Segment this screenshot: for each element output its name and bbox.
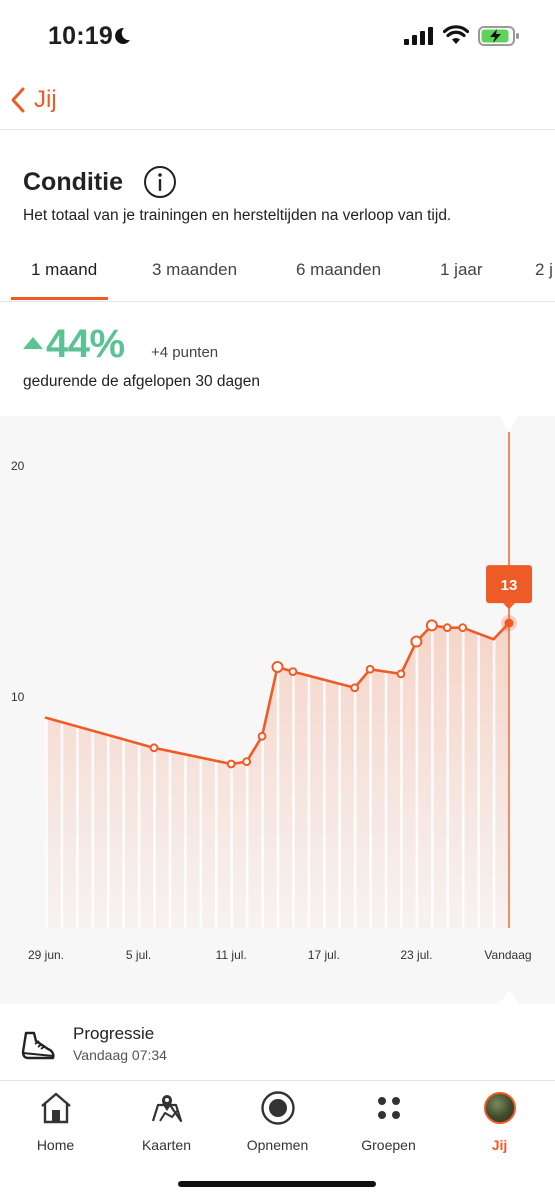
- data-point: [242, 757, 252, 767]
- chart-canvas[interactable]: 20 10 13 29 jun. 5 jul. 11 jul. 17 jul. 23 jul.…: [0, 416, 555, 1004]
- tab-record-label: Opnemen: [246, 1137, 309, 1153]
- activity-time: Vandaag 07:34: [73, 1047, 167, 1063]
- selection-notch-top: [500, 416, 518, 432]
- groups-icon: [377, 1097, 400, 1119]
- data-point: [149, 743, 159, 753]
- home-icon: [40, 1092, 71, 1124]
- tab-6-months[interactable]: 6 maanden: [296, 260, 381, 280]
- tab-1-year[interactable]: 1 jaar: [440, 260, 483, 280]
- data-point: [396, 669, 406, 679]
- y-tick-label: 20: [11, 459, 25, 473]
- activity-title: Progressie: [73, 1024, 155, 1043]
- status-time: 10:19: [48, 22, 113, 50]
- battery-icon: [478, 26, 519, 46]
- tab-groups-label: Groepen: [361, 1137, 416, 1153]
- map-icon: [151, 1095, 182, 1123]
- x-tick-label: Vandaag: [484, 948, 531, 962]
- signal-icon: [404, 27, 433, 45]
- bottom-tab-bar: Home Kaarten Opnemen Groepen Jij: [0, 1081, 555, 1200]
- wifi-icon: [443, 25, 469, 44]
- selected-point: [504, 618, 514, 628]
- data-point: [365, 664, 375, 674]
- trend-up-icon: [23, 337, 43, 349]
- data-point: [410, 635, 423, 648]
- fitness-chart[interactable]: 20 10 13 29 jun. 5 jul. 11 jul. 17 jul. 23 jul.…: [0, 416, 555, 1004]
- tab-1-month[interactable]: 1 maand: [31, 260, 97, 280]
- activity-row[interactable]: Progressie Vandaag 07:34: [0, 1004, 555, 1081]
- x-tick-label: 23 jul.: [400, 948, 432, 962]
- tab-2-years[interactable]: 2 j: [535, 260, 553, 280]
- data-point: [257, 731, 267, 741]
- data-point: [458, 623, 468, 633]
- home-indicator: [178, 1181, 376, 1187]
- x-tick-label: 29 jun.: [28, 948, 64, 962]
- navigation-bar: Jij: [0, 72, 555, 130]
- data-point: [425, 619, 438, 632]
- tab-maps[interactable]: Kaarten: [111, 1089, 222, 1155]
- tab-home[interactable]: Home: [0, 1089, 111, 1155]
- y-tick-label: 10: [11, 690, 25, 704]
- change-percent: 44%: [46, 322, 125, 366]
- tab-you[interactable]: Jij: [444, 1089, 555, 1155]
- page-title: Conditie: [23, 168, 123, 196]
- x-tick-label: 17 jul.: [308, 948, 340, 962]
- data-point: [271, 660, 284, 673]
- moon-icon: [115, 27, 130, 44]
- tab-you-label: Jij: [491, 1137, 508, 1153]
- value-tooltip-pointer: [503, 603, 515, 610]
- info-icon[interactable]: [143, 165, 177, 199]
- page-subtitle: Het totaal van je trainingen en herstelt…: [23, 207, 452, 224]
- record-icon: [260, 1091, 295, 1125]
- tab-groups[interactable]: Groepen: [333, 1089, 444, 1155]
- value-tooltip-text: 13: [501, 577, 518, 594]
- change-period: gedurende de afgelopen 30 dagen: [23, 373, 261, 390]
- change-points: +4 punten: [151, 344, 219, 361]
- tab-3-months[interactable]: 3 maanden: [152, 260, 237, 280]
- tab-record[interactable]: Opnemen: [222, 1089, 333, 1155]
- data-point: [288, 667, 298, 676]
- avatar-icon: [483, 1092, 516, 1124]
- x-tick-label: 5 jul.: [126, 948, 151, 962]
- tab-maps-label: Kaarten: [141, 1137, 192, 1153]
- tab-home-label: Home: [36, 1137, 75, 1153]
- x-tick-label: 11 jul.: [216, 948, 247, 962]
- data-point: [442, 623, 452, 633]
- back-button[interactable]: Jij: [10, 82, 57, 118]
- selection-notch-bottom: [499, 990, 519, 1004]
- chevron-left-icon: [11, 87, 25, 113]
- data-point: [226, 759, 236, 769]
- status-bar: 10:19: [0, 0, 555, 72]
- period-tabs: 1 maand 3 maanden 6 maanden 1 jaar 2 j: [0, 240, 555, 302]
- back-label: Jij: [34, 86, 57, 113]
- active-tab-indicator: [11, 297, 108, 300]
- running-shoe-icon: [21, 1031, 55, 1060]
- data-point: [350, 683, 360, 693]
